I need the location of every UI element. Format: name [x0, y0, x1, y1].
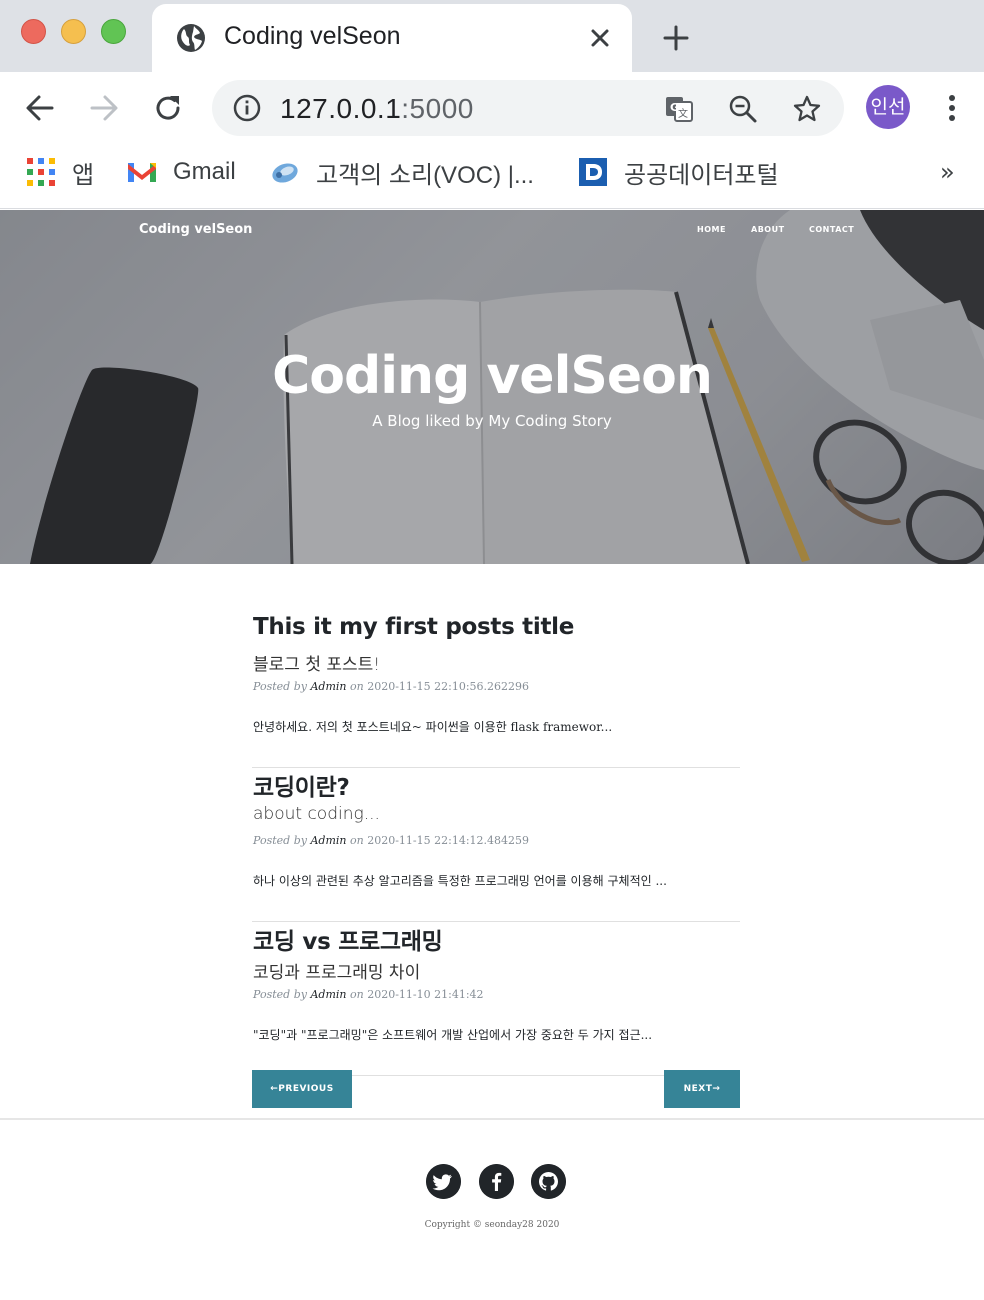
- site-brand[interactable]: Coding velSeon: [139, 222, 252, 237]
- post-author[interactable]: Admin: [310, 988, 346, 1001]
- next-page-button[interactable]: NEXT→: [664, 1070, 740, 1108]
- reload-icon[interactable]: [152, 92, 184, 124]
- post-meta: Posted by Admin on 2020-11-15 22:10:56.2…: [253, 680, 530, 693]
- github-icon[interactable]: [531, 1164, 566, 1199]
- post-subtitle[interactable]: 블로그 첫 포스트!: [253, 650, 380, 675]
- profile-avatar[interactable]: 인선: [866, 85, 910, 129]
- post-author[interactable]: Admin: [310, 834, 346, 847]
- twitter-icon[interactable]: [426, 1164, 461, 1199]
- zoom-out-icon[interactable]: [728, 94, 758, 124]
- url-text[interactable]: 127.0.0.1:5000: [280, 93, 474, 125]
- site-info-icon[interactable]: [233, 94, 261, 122]
- bookmark-voc[interactable]: 고객의 소리(VOC) |...: [270, 154, 534, 190]
- hero-title: Coding velSeon: [272, 346, 713, 406]
- post-excerpt: 안녕하세요. 저의 첫 포스트네요~ 파이썬을 이용한 flask framew…: [253, 720, 613, 734]
- post-date: 2020-11-15 22:10:56.262296: [367, 680, 530, 693]
- post-subtitle[interactable]: 코딩과 프로그래밍 차이: [253, 958, 420, 983]
- copyright-text: Copyright © seonday28 2020: [424, 1220, 560, 1230]
- browser-toolbar: 127.0.0.1:5000 G 文 인선: [0, 72, 984, 144]
- address-bar[interactable]: 127.0.0.1:5000 G 文: [212, 80, 844, 136]
- nav-contact[interactable]: CONTACT: [809, 225, 854, 234]
- apps-grid-icon: [27, 158, 55, 186]
- translate-icon[interactable]: G 文: [664, 94, 694, 124]
- globe-icon: [177, 24, 205, 52]
- browser-tab[interactable]: Coding velSeon: [152, 4, 632, 72]
- hero-subtitle: A Blog liked by My Coding Story: [372, 412, 612, 430]
- post-title[interactable]: 코딩이란?: [253, 768, 350, 802]
- close-tab-icon[interactable]: [588, 26, 612, 50]
- nav-about[interactable]: ABOUT: [751, 225, 785, 234]
- post-preview[interactable]: 코딩 vs 프로그래밍 코딩과 프로그래밍 차이 Posted by Admin…: [252, 922, 740, 1076]
- post-list: This it my first posts title 블로그 첫 포스트! …: [252, 614, 740, 1076]
- forward-icon[interactable]: [88, 92, 120, 124]
- footer-divider: [0, 1118, 984, 1120]
- browser-tab-bar: Coding velSeon: [0, 0, 984, 72]
- svg-text:文: 文: [678, 107, 688, 120]
- post-title[interactable]: 코딩 vs 프로그래밍: [253, 922, 443, 956]
- post-preview[interactable]: This it my first posts title 블로그 첫 포스트! …: [252, 614, 740, 768]
- bookmark-gmail[interactable]: Gmail: [127, 154, 236, 190]
- back-icon[interactable]: [24, 92, 56, 124]
- bookmark-label: 앱: [72, 161, 95, 189]
- post-title[interactable]: This it my first posts title: [253, 614, 574, 640]
- nav-home[interactable]: HOME: [697, 225, 726, 234]
- post-author[interactable]: Admin: [310, 680, 346, 693]
- close-window-button[interactable]: [21, 19, 46, 44]
- more-menu-icon[interactable]: [944, 92, 960, 124]
- tab-title: Coding velSeon: [224, 22, 401, 50]
- post-excerpt: 하나 이상의 관련된 추상 알고리즘을 특정한 프로그래밍 언어를 이용해 구체…: [253, 874, 667, 888]
- voc-icon: [272, 163, 298, 183]
- maximize-window-button[interactable]: [101, 19, 126, 44]
- bookmarks-overflow-button[interactable]: »: [940, 158, 955, 186]
- bookmark-data-portal[interactable]: 공공데이터포털: [578, 154, 779, 190]
- bookmark-label: Gmail: [173, 158, 236, 185]
- post-meta: Posted by Admin on 2020-11-15 22:14:12.4…: [253, 834, 530, 847]
- post-meta: Posted by Admin on 2020-11-10 21:41:42: [253, 988, 484, 1001]
- bookmark-apps[interactable]: 앱: [26, 154, 94, 190]
- bookmark-label: 고객의 소리(VOC) |...: [316, 161, 534, 189]
- minimize-window-button[interactable]: [61, 19, 86, 44]
- new-tab-icon[interactable]: [662, 24, 690, 52]
- post-date: 2020-11-15 22:14:12.484259: [367, 834, 530, 847]
- post-date: 2020-11-10 21:41:42: [367, 988, 484, 1001]
- bookmarks-bar: 앱 Gmail 고객의 소리(VOC) |... 공공데이터포털 »: [0, 144, 984, 209]
- page-viewport: Coding velSeon HOME ABOUT CONTACT Coding…: [0, 210, 984, 1300]
- bookmark-star-icon[interactable]: [792, 94, 822, 124]
- data-portal-icon: [579, 158, 607, 186]
- post-preview[interactable]: 코딩이란? about coding... Posted by Admin on…: [252, 768, 740, 922]
- previous-page-button[interactable]: ←PREVIOUS: [252, 1070, 352, 1108]
- post-subtitle[interactable]: about coding...: [253, 804, 380, 824]
- facebook-icon[interactable]: [479, 1164, 514, 1199]
- gmail-icon: [128, 163, 156, 182]
- bookmark-label: 공공데이터포털: [624, 161, 779, 189]
- post-excerpt: "코딩"과 "프로그래밍"은 소프트웨어 개발 산업에서 가장 중요한 두 가지…: [253, 1028, 653, 1042]
- masthead: Coding velSeon HOME ABOUT CONTACT Coding…: [0, 210, 984, 564]
